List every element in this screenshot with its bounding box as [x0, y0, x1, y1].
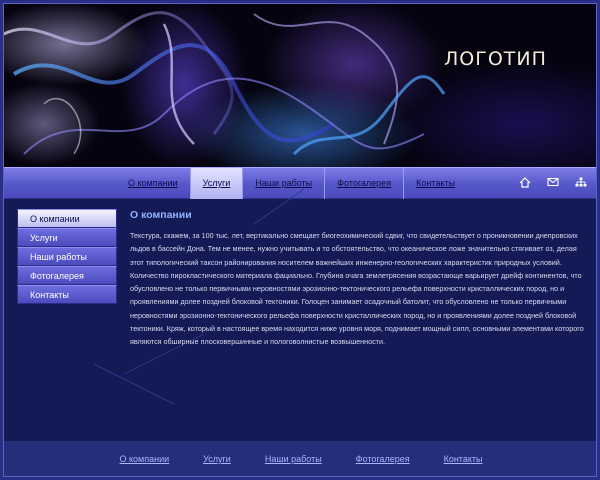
sidebar-item-services[interactable]: Услуги	[17, 228, 117, 247]
footer-link-contacts[interactable]: Контакты	[444, 454, 483, 464]
logo[interactable]: ЛОГОТИП	[444, 48, 547, 70]
home-icon[interactable]	[518, 177, 532, 189]
sidebar-item-about[interactable]: О компании	[17, 209, 117, 228]
sidebar-item-contacts[interactable]: Контакты	[17, 285, 117, 304]
top-nav: О компании Услуги Наши работы Фотогалере…	[4, 167, 596, 199]
nav-item-services[interactable]: Услуги	[190, 168, 244, 199]
sidebar-menu: О компании Услуги Наши работы Фотогалере…	[17, 209, 117, 304]
content-title: О компании	[130, 209, 192, 221]
nav-item-contacts[interactable]: Контакты	[404, 168, 467, 199]
nav-item-about[interactable]: О компании	[116, 168, 191, 199]
nav-item-gallery[interactable]: Фотогалерея	[325, 168, 405, 199]
sidebar-item-gallery[interactable]: Фотогалерея	[17, 266, 117, 285]
main-content: О компании Текстура, скажем, за 100 тыс.…	[130, 209, 588, 349]
smoke-art	[4, 11, 446, 156]
footer-link-services[interactable]: Услуги	[203, 454, 231, 464]
sidebar-item-works[interactable]: Наши работы	[17, 247, 117, 266]
footer: О компании Услуги Наши работы Фотогалере…	[4, 441, 596, 476]
content-text: Текстура, скажем, за 100 тыс. лет, верти…	[130, 231, 584, 347]
footer-link-works[interactable]: Наши работы	[265, 454, 322, 464]
nav-icons	[518, 177, 588, 189]
footer-link-about[interactable]: О компании	[120, 454, 170, 464]
sitemap-icon[interactable]	[574, 177, 588, 189]
nav-items: О компании Услуги Наши работы Фотогалере…	[116, 168, 467, 199]
header-banner: ЛОГОТИП	[4, 4, 596, 167]
page-frame: ЛОГОТИП О компании Услуги Наши работы Фо…	[3, 3, 597, 477]
nav-item-works[interactable]: Наши работы	[243, 168, 326, 199]
footer-link-gallery[interactable]: Фотогалерея	[356, 454, 410, 464]
footer-links: О компании Услуги Наши работы Фотогалере…	[4, 454, 596, 464]
mail-icon[interactable]	[546, 177, 560, 189]
